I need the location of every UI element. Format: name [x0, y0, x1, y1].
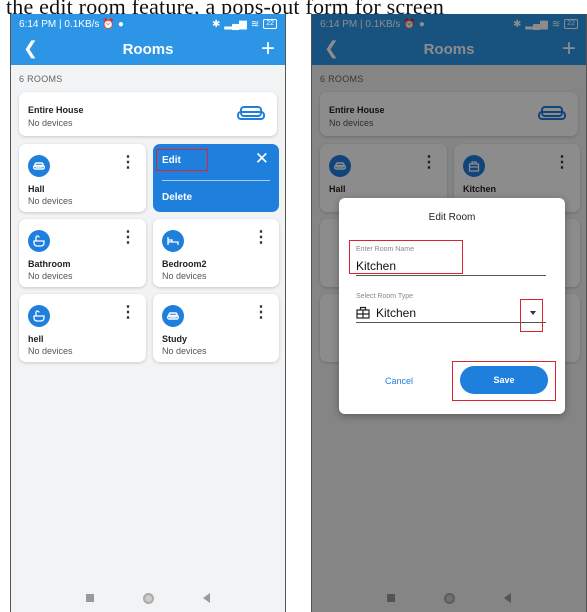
room-card-bedroom2[interactable]: ⋮ Bedroom2 No devices	[153, 219, 279, 287]
battery-icon: 22	[263, 19, 277, 29]
nav-back-icon[interactable]	[203, 593, 211, 603]
more-options-icon[interactable]: ⋮	[120, 305, 136, 321]
room-name-underline	[356, 275, 546, 276]
record-icon: ●	[117, 18, 124, 30]
highlight-box	[520, 299, 543, 332]
close-icon[interactable]: ✕	[255, 149, 269, 169]
signal-icon: ▂▄▆	[224, 18, 247, 30]
bluetooth-icon: ✱	[211, 18, 221, 30]
phone-screen-edit-room: 6:14 PM | 0.1KB/s ⏰ ● ✱ ▂▄▆ ≋ 22 ❮ Rooms…	[311, 14, 587, 612]
add-icon[interactable]: +	[261, 35, 275, 63]
status-bar: 6:14 PM | 0.1KB/s ⏰ ● ✱ ▂▄▆ ≋ 22	[11, 14, 285, 34]
sofa-icon	[28, 155, 50, 177]
more-options-icon[interactable]: ⋮	[120, 230, 136, 246]
room-status: No devices	[28, 118, 73, 128]
room-card-bathroom[interactable]: ⋮ Bathroom No devices	[19, 219, 146, 287]
room-name: Study	[162, 334, 188, 344]
room-card-entire-house[interactable]: Entire House No devices	[19, 92, 277, 136]
room-status: No devices	[28, 346, 73, 356]
recent-apps-icon[interactable]	[85, 594, 94, 602]
divider	[162, 180, 270, 181]
room-name: Bathroom	[28, 259, 71, 269]
edit-delete-menu: Edit ✕ Delete	[153, 144, 279, 212]
room-type-underline	[356, 322, 546, 323]
status-time: 6:14 PM | 0.1KB/s	[19, 18, 100, 30]
room-status: No devices	[28, 196, 73, 206]
app-bar: ❮ Rooms +	[11, 34, 285, 65]
bed-icon	[162, 230, 184, 252]
more-options-icon[interactable]: ⋮	[253, 230, 269, 246]
sofa-icon	[162, 305, 184, 327]
home-icon[interactable]	[142, 592, 154, 604]
phone-screen-rooms: 6:14 PM | 0.1KB/s ⏰ ● ✱ ▂▄▆ ≋ 22 ❮ Rooms…	[10, 14, 286, 612]
room-status: No devices	[162, 271, 207, 281]
room-name: Hall	[28, 184, 45, 194]
highlight-box	[452, 361, 556, 401]
highlight-box	[156, 149, 208, 171]
kitchen-icon	[356, 306, 370, 319]
more-options-icon[interactable]: ⋮	[253, 305, 269, 321]
cancel-button[interactable]: Cancel	[385, 376, 413, 386]
sofa-icon	[237, 106, 265, 120]
room-card-study[interactable]: ⋮ Study No devices	[153, 294, 279, 362]
system-nav-bar	[11, 584, 285, 612]
room-name: hell	[28, 334, 44, 344]
bathtub-icon	[28, 305, 50, 327]
room-type-select[interactable]: Kitchen	[376, 306, 416, 320]
room-type-label: Select Room Type	[356, 293, 414, 300]
edit-room-dialog: Edit Room Enter Room Name Kitchen Select…	[339, 198, 565, 414]
more-options-icon[interactable]: ⋮	[120, 155, 136, 171]
room-status: No devices	[28, 271, 73, 281]
room-count: 6 ROOMS	[19, 74, 63, 84]
delete-menu-item[interactable]: Delete	[162, 192, 192, 203]
room-card-hall[interactable]: ⋮ Hall No devices	[19, 144, 146, 212]
page-title: Rooms	[122, 41, 174, 58]
wifi-icon: ≋	[250, 18, 260, 30]
back-icon[interactable]: ❮	[23, 38, 38, 59]
bathtub-icon	[28, 230, 50, 252]
room-name: Bedroom2	[162, 259, 207, 269]
room-name: Entire House	[28, 105, 84, 115]
clock-icon: ⏰	[102, 18, 115, 30]
highlight-box	[349, 240, 463, 274]
room-card-hell[interactable]: ⋮ hell No devices	[19, 294, 146, 362]
room-status: No devices	[162, 346, 207, 356]
dialog-title: Edit Room	[428, 212, 476, 223]
